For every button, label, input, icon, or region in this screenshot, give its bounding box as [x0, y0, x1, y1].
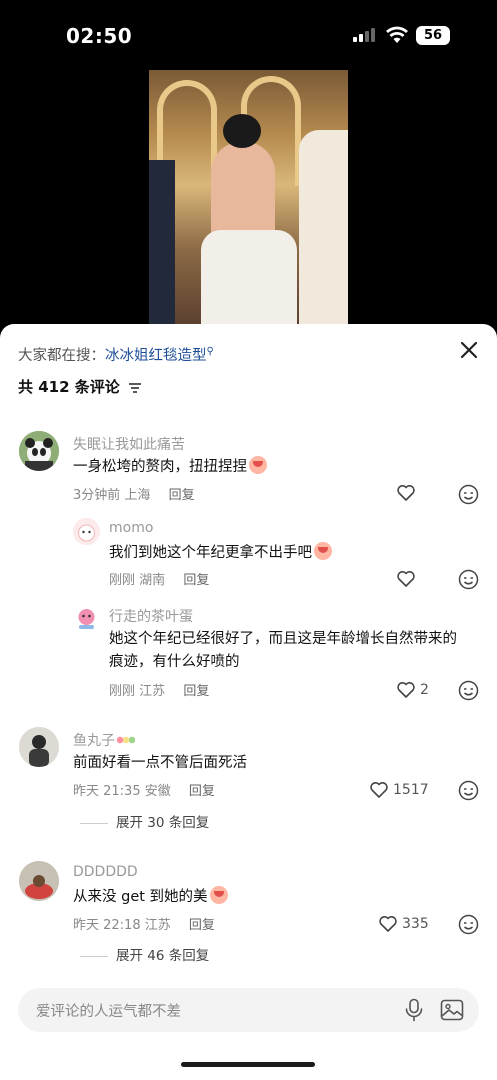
comment-sheet: 大家都在搜：冰冰姐红毯造型⚲ 共 412 条评论 失眠让我如此痛苦 一身松垮的赘…	[0, 324, 497, 1080]
comment-input[interactable]: 爱评论的人运气都不差	[18, 988, 479, 1032]
comment-meta: 昨天 21:35 安徽 回复	[73, 780, 215, 799]
comment-location: 江苏	[144, 918, 171, 933]
heart-icon	[397, 682, 415, 698]
video-person	[299, 130, 348, 326]
comment-username[interactable]: DDDDDD	[73, 864, 138, 880]
video-player[interactable]	[149, 70, 348, 326]
comment-time: 3分钟前	[73, 488, 121, 503]
battery-indicator: 56	[416, 26, 450, 45]
comment-input-placeholder: 爱评论的人运气都不差	[36, 1004, 181, 1020]
comment-time: 昨天 21:35	[73, 784, 141, 799]
emoji-icon[interactable]	[458, 780, 479, 801]
avatar[interactable]	[73, 518, 100, 545]
search-icon: ⚲	[206, 346, 214, 358]
trending-search: 大家都在搜：冰冰姐红毯造型⚲	[18, 344, 214, 365]
crying-emoji-icon	[209, 886, 228, 904]
like-count: 2	[420, 682, 429, 698]
crying-emoji-icon	[314, 542, 332, 560]
comment-location: 江苏	[139, 684, 166, 699]
comment-meta: 刚刚 江苏 回复	[109, 680, 209, 699]
emoji-icon[interactable]	[458, 914, 479, 935]
video-person	[149, 160, 175, 326]
comment-time: 昨天 22:18	[73, 918, 141, 933]
like-count: 1517	[393, 782, 429, 798]
status-time: 02:50	[66, 24, 133, 48]
expand-replies-button[interactable]: 展开 30 条回复	[80, 811, 209, 831]
emoji-icon[interactable]	[458, 680, 479, 701]
emoji-icon[interactable]	[458, 569, 479, 590]
wifi-icon	[386, 26, 408, 43]
trending-search-term[interactable]: 冰冰姐红毯造型	[105, 348, 207, 364]
divider	[80, 822, 108, 824]
comment-text: 前面好看一点不管后面死活	[73, 755, 247, 771]
comment-meta: 3分钟前 上海 回复	[73, 484, 195, 503]
comment-text-content: 我们到她这个年纪更拿不出手吧	[109, 545, 312, 561]
signal-icon	[353, 28, 375, 42]
reply-button[interactable]: 回复	[189, 784, 215, 799]
avatar[interactable]	[73, 604, 100, 631]
video-person	[223, 114, 261, 148]
like-count: 335	[402, 916, 429, 932]
comment-meta: 刚刚 湖南 回复	[109, 569, 209, 588]
comment-text: 我们到她这个年纪更拿不出手吧	[109, 542, 332, 565]
divider	[80, 955, 108, 957]
expand-replies-label: 展开 46 条回复	[116, 948, 210, 964]
comment-count: 共 412 条评论	[18, 376, 141, 397]
expand-replies-button[interactable]: 展开 46 条回复	[80, 944, 209, 964]
comment-username[interactable]: 失眠让我如此痛苦	[73, 434, 185, 454]
comment-username[interactable]: 鱼丸子	[73, 730, 135, 750]
like-button[interactable]	[396, 482, 416, 504]
heart-icon	[397, 571, 415, 587]
mic-icon[interactable]	[403, 998, 425, 1022]
comment-username[interactable]: momo	[109, 520, 153, 536]
comment-username-text: 鱼丸子	[73, 733, 115, 749]
trending-search-prefix: 大家都在搜：	[18, 348, 105, 364]
video-person	[201, 230, 297, 326]
like-button[interactable]	[396, 568, 416, 590]
reply-button[interactable]: 回复	[169, 488, 195, 503]
reply-button[interactable]: 回复	[183, 573, 209, 588]
comment-time: 刚刚	[109, 573, 136, 588]
like-button[interactable]: 2	[396, 679, 429, 701]
heart-icon	[379, 916, 397, 932]
heart-icon	[397, 485, 415, 501]
comment-text: 她这个年纪已经很好了，而且这是年龄增长自然带来的痕迹，有什么好喷的	[109, 631, 457, 670]
comment-meta: 昨天 22:18 江苏 回复	[73, 914, 215, 933]
comment-text-content: 从来没 get 到她的美	[73, 889, 208, 905]
reply-button[interactable]: 回复	[189, 918, 215, 933]
avatar[interactable]	[19, 431, 59, 471]
close-icon[interactable]	[457, 338, 481, 362]
reply-button[interactable]: 回复	[183, 684, 209, 699]
avatar[interactable]	[19, 727, 59, 767]
status-bar: 02:50 56	[0, 0, 497, 70]
comment-text: 从来没 get 到她的美	[73, 886, 228, 909]
comment-location: 上海	[124, 488, 151, 503]
comment-location: 安徽	[144, 784, 171, 799]
comment-count-label: 共 412 条评论	[18, 378, 120, 396]
heart-icon	[370, 782, 388, 798]
image-icon[interactable]	[440, 999, 464, 1021]
filter-icon[interactable]	[129, 382, 141, 393]
skewer-icon	[117, 734, 135, 746]
comment-text: 一身松垮的赘肉，扭扭捏捏	[73, 456, 267, 479]
comment-username[interactable]: 行走的茶叶蛋	[109, 606, 193, 626]
like-button[interactable]: 335	[378, 913, 429, 935]
comment-time: 刚刚	[109, 684, 136, 699]
like-button[interactable]: 1517	[369, 779, 429, 801]
emoji-icon[interactable]	[458, 484, 479, 505]
comment-text-content: 一身松垮的赘肉，扭扭捏捏	[73, 459, 247, 475]
crying-emoji-icon	[249, 456, 267, 474]
avatar[interactable]	[19, 861, 59, 901]
comment-location: 湖南	[139, 573, 166, 588]
expand-replies-label: 展开 30 条回复	[116, 815, 210, 831]
home-indicator[interactable]	[181, 1062, 315, 1067]
